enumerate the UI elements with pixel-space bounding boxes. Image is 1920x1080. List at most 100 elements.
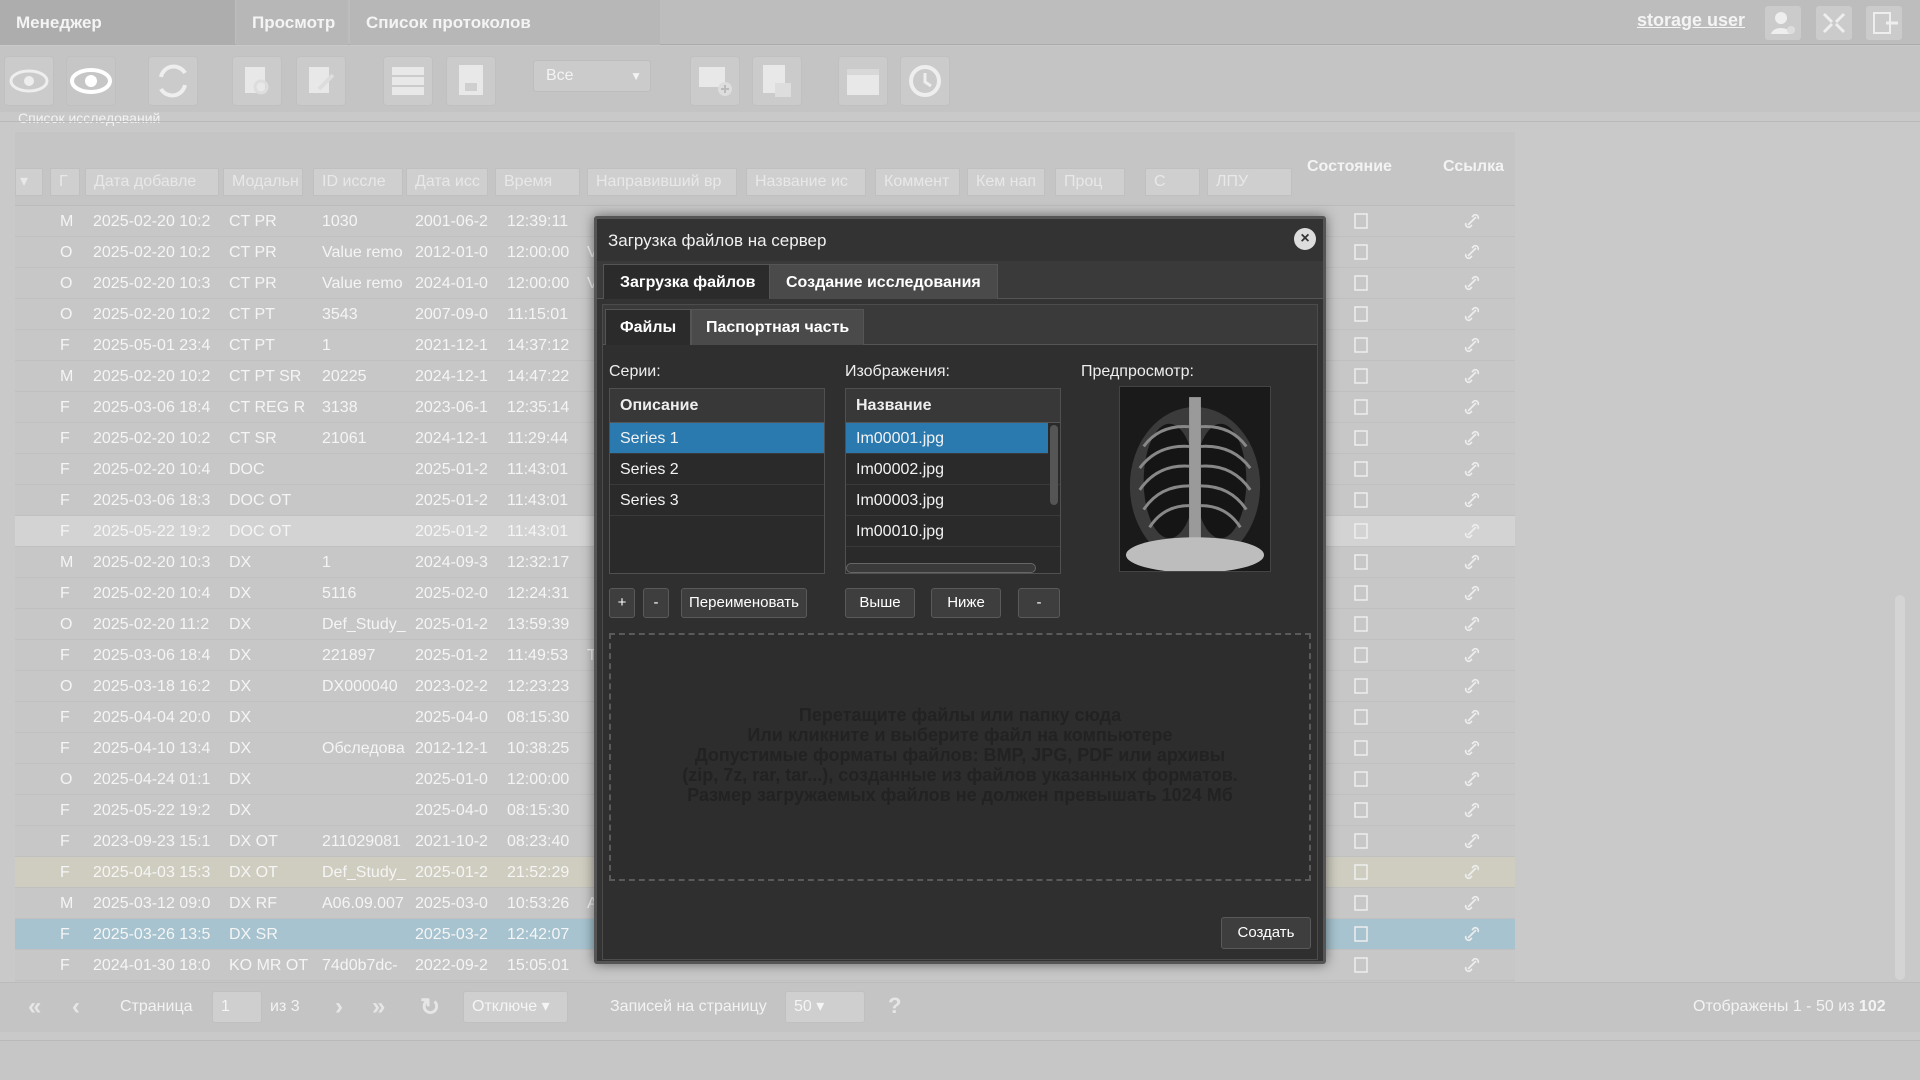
col-header-study-date[interactable]: Дата исс [406,168,488,196]
document-icon[interactable] [1351,583,1371,603]
refresh-mode-select[interactable]: Отключе ▾ [463,991,568,1023]
upload-image-icon[interactable] [690,56,740,106]
last-page-icon[interactable]: » [372,993,385,1021]
images-hscroll[interactable] [846,563,1036,573]
view-icon[interactable] [4,56,54,106]
tab-protocols[interactable]: Список протоколов исследований [350,0,660,77]
document-icon[interactable] [1351,335,1371,355]
link-icon[interactable] [1462,521,1482,541]
col-header-g[interactable]: Г [50,168,80,196]
col-header-time[interactable]: Время [495,168,580,196]
col-header-proc[interactable]: Проц [1055,168,1125,196]
document-icon[interactable] [1351,521,1371,541]
link-icon[interactable] [1462,862,1482,882]
col-header-link[interactable]: Ссылка [1443,158,1504,176]
document-icon[interactable] [1351,645,1371,665]
document-icon[interactable] [1351,490,1371,510]
link-icon[interactable] [1462,738,1482,758]
tab-passport[interactable]: Паспортная часть [691,309,865,345]
add-series-button[interactable]: + [609,588,635,618]
document-icon[interactable] [1351,273,1371,293]
link-icon[interactable] [1462,335,1482,355]
link-icon[interactable] [1462,924,1482,944]
tab-create-study[interactable]: Создание исследования [769,264,998,299]
link-icon[interactable] [1462,831,1482,851]
refresh-icon[interactable] [148,56,198,106]
tab-viewer[interactable]: Просмотр [236,0,348,45]
series-item[interactable]: Series 1 [610,423,824,454]
col-header-date-added[interactable]: Дата добавле [85,168,219,196]
fullscreen-icon[interactable] [1816,6,1852,40]
document-icon[interactable] [1351,428,1371,448]
series-item[interactable]: Series 3 [610,485,824,516]
link-icon[interactable] [1462,676,1482,696]
select-all-icon[interactable]: ▾ [15,168,43,196]
col-header-comment[interactable]: Коммент [875,168,960,196]
document-icon[interactable] [1351,459,1371,479]
col-header-modality[interactable]: Модальн [223,168,303,196]
document-icon[interactable] [1351,800,1371,820]
link-icon[interactable] [1462,955,1482,975]
series-item[interactable]: Series 2 [610,454,824,485]
link-icon[interactable] [1462,614,1482,634]
move-up-button[interactable]: Выше [845,588,915,618]
document-icon[interactable] [1351,831,1371,851]
document-icon[interactable] [1351,397,1371,417]
view-active-icon[interactable] [66,56,116,106]
logout-icon[interactable] [1866,6,1902,40]
col-header-lpu[interactable]: ЛПУ [1207,168,1292,196]
link-icon[interactable] [1462,769,1482,789]
link-icon[interactable] [1462,800,1482,820]
tab-files[interactable]: Файлы [605,309,692,345]
history-icon[interactable] [900,56,950,106]
next-page-icon[interactable]: › [335,993,343,1021]
image-item[interactable]: Im00010.jpg [846,516,1060,547]
link-icon[interactable] [1462,645,1482,665]
move-down-button[interactable]: Ниже [931,588,1001,618]
link-icon[interactable] [1462,707,1482,727]
link-icon[interactable] [1462,490,1482,510]
rename-series-button[interactable]: Переименовать [681,588,807,618]
tab-upload-files[interactable]: Загрузка файлов [603,264,773,299]
calendar-icon[interactable] [838,56,888,106]
close-icon[interactable]: × [1294,228,1316,250]
col-header-study-id[interactable]: ID иссле [313,168,403,196]
user-settings-icon[interactable] [1765,6,1801,40]
image-item[interactable]: Im00001.jpg [846,423,1048,454]
col-header-study-name[interactable]: Название ис [746,168,866,196]
col-header-state[interactable]: Состояние [1307,158,1392,176]
link-icon[interactable] [1462,211,1482,231]
document-icon[interactable] [1351,738,1371,758]
col-header-sent-by[interactable]: Кем нап [967,168,1045,196]
col-header-ref-doctor[interactable]: Направивший вр [587,168,737,196]
images-vscroll[interactable] [1050,425,1058,505]
link-icon[interactable] [1462,552,1482,572]
link-icon[interactable] [1462,242,1482,262]
file-dropzone[interactable]: Перетащите файлы или папку сюда Или клик… [609,633,1311,881]
document-icon[interactable] [1351,707,1371,727]
per-page-select[interactable]: 50 ▾ [785,991,865,1023]
edit-doc-icon[interactable] [296,56,346,106]
col-header-c[interactable]: С [1145,168,1200,196]
document-icon[interactable] [1351,366,1371,386]
image-item[interactable]: Im00002.jpg [846,454,1060,485]
user-link[interactable]: storage user [1637,10,1745,31]
link-icon[interactable] [1462,304,1482,324]
create-button[interactable]: Создать [1221,917,1311,949]
server-icon[interactable] [383,56,433,106]
document-icon[interactable] [1351,924,1371,944]
tab-study-manager[interactable]: Менеджер исследований [0,0,235,77]
document-icon[interactable] [1351,211,1371,231]
prev-page-icon[interactable]: ‹ [72,993,80,1021]
link-icon[interactable] [1462,366,1482,386]
link-icon[interactable] [1462,459,1482,479]
page-input[interactable]: 1 [212,991,262,1023]
reload-icon[interactable]: ↻ [420,993,440,1022]
first-page-icon[interactable]: « [28,993,41,1021]
link-icon[interactable] [1462,583,1482,603]
document-icon[interactable] [1351,893,1371,913]
image-item[interactable]: Im00003.jpg [846,485,1060,516]
document-icon[interactable] [1351,676,1371,696]
remove-series-button[interactable]: - [643,588,669,618]
grid-scrollbar[interactable] [1895,595,1905,980]
